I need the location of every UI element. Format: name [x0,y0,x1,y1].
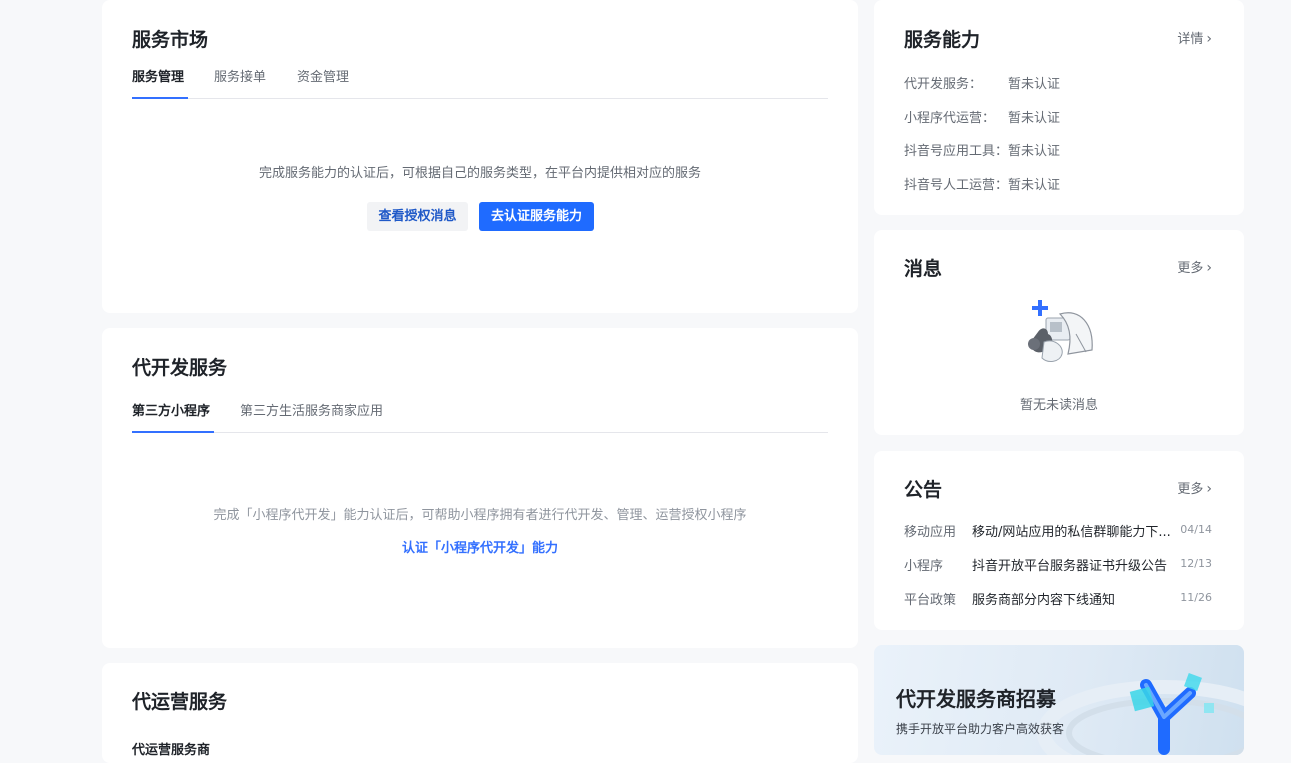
messages-title: 消息 [904,258,943,280]
notice-date: 04/14 [1180,523,1212,536]
dev-service-title: 代开发服务 [132,357,228,379]
tab-third-party-miniprogram[interactable]: 第三方小程序 [132,400,210,419]
tab-active-indicator [132,97,188,99]
recruit-banner[interactable]: 代开发服务商招募 携手开放平台助力客户高效获客 [874,645,1244,755]
certify-ability-button[interactable]: 去认证服务能力 [479,202,594,231]
more-label: 更多 [1177,482,1204,497]
notice-category: 移动应用 [904,525,957,540]
abilities-title: 服务能力 [904,29,981,51]
tab-service-management[interactable]: 服务管理 [132,66,184,85]
chevron-right-icon: › [1206,31,1212,47]
chevron-right-icon: › [1206,260,1212,276]
notice-row[interactable]: 小程序 抖音开放平台服务器证书升级公告 12/13 [904,555,1212,575]
ability-row-mini-ops: 小程序代运营： 暂未认证 [904,107,1060,126]
notice-category: 平台政策 [904,593,957,608]
tabs-divider [132,432,828,433]
ability-label: 代开发服务： [904,77,983,92]
service-abilities-card: 服务能力 详情 › 代开发服务： 暂未认证 小程序代运营： 暂未认证 抖音号应用工具：… [874,0,1244,215]
ability-label: 抖音号应用工具： [904,144,1009,159]
chevron-right-icon: › [1206,481,1212,497]
service-market-empty-text: 完成服务能力的认证后，可根据自己的服务类型，在平台内提供相对应的服务 [258,166,701,181]
banner-title: 代开发服务商招募 [896,687,1056,711]
notices-title: 公告 [904,479,943,501]
ability-status: 暂未认证 [1008,111,1061,126]
service-market-card: 服务市场 服务管理 服务接单 资金管理 完成服务能力的认证后，可根据自己的服务类… [102,0,858,313]
ability-label: 抖音号人工运营： [904,178,1009,193]
notice-row[interactable]: 平台政策 服务商部分内容下线通知 11/26 [904,589,1212,609]
empty-messages-illustration [1028,300,1093,362]
ability-status: 暂未认证 [1008,144,1061,159]
ability-status: 暂未认证 [1008,77,1061,92]
messages-card: 消息 更多 › 暂无未读消息 [874,230,1244,435]
ops-service-title: 代运营服务 [132,691,228,713]
notice-row[interactable]: 移动应用 移动/网站应用的私信群聊能力下... 04/14 [904,521,1212,541]
messages-more-link[interactable]: 更多 › [1177,257,1212,276]
more-label: 更多 [1177,261,1204,276]
ops-service-card: 代运营服务 代运营服务商 [102,663,858,763]
ability-label: 小程序代运营： [904,111,996,126]
tab-fund-management[interactable]: 资金管理 [297,66,349,85]
dev-service-empty-text: 完成「小程序代开发」能力认证后，可帮助小程序拥有者进行代开发、管理、运营授权小程… [213,508,747,523]
ability-row-dev: 代开发服务： 暂未认证 [904,73,1060,92]
dev-service-card: 代开发服务 第三方小程序 第三方生活服务商家应用 完成「小程序代开发」能力认证后… [102,328,858,648]
abilities-detail-link[interactable]: 详情 › [1177,28,1212,47]
notice-date: 11/26 [1180,591,1212,604]
notices-card: 公告 更多 › 移动应用 移动/网站应用的私信群聊能力下... 04/14 小程序 抖音… [874,451,1244,630]
ops-service-subtitle[interactable]: 代运营服务商 [132,739,210,758]
messages-empty-text: 暂无未读消息 [1019,398,1098,413]
notice-title[interactable]: 抖音开放平台服务器证书升级公告 [972,555,1172,574]
notice-category: 小程序 [904,559,944,574]
service-market-title: 服务市场 [132,29,209,51]
tab-service-orders[interactable]: 服务接单 [214,66,266,85]
notices-more-link[interactable]: 更多 › [1177,478,1212,497]
banner-subtitle: 携手开放平台助力客户高效获客 [896,722,1065,736]
tab-active-indicator [132,431,214,433]
tabs-divider [132,98,828,99]
ability-row-douyin-tool: 抖音号应用工具： 暂未认证 [904,140,1060,159]
notice-title[interactable]: 移动/网站应用的私信群聊能力下... [972,521,1172,540]
ability-status: 暂未认证 [1008,178,1061,193]
detail-label: 详情 [1177,32,1204,47]
view-auth-messages-button[interactable]: 查看授权消息 [367,202,468,231]
ability-row-douyin-manual: 抖音号人工运营： 暂未认证 [904,174,1060,193]
notice-date: 12/13 [1180,557,1212,570]
notice-title[interactable]: 服务商部分内容下线通知 [972,589,1172,608]
tab-third-party-life-service[interactable]: 第三方生活服务商家应用 [240,400,383,419]
certify-miniprogram-dev-link[interactable]: 认证「小程序代开发」能力 [102,537,858,556]
